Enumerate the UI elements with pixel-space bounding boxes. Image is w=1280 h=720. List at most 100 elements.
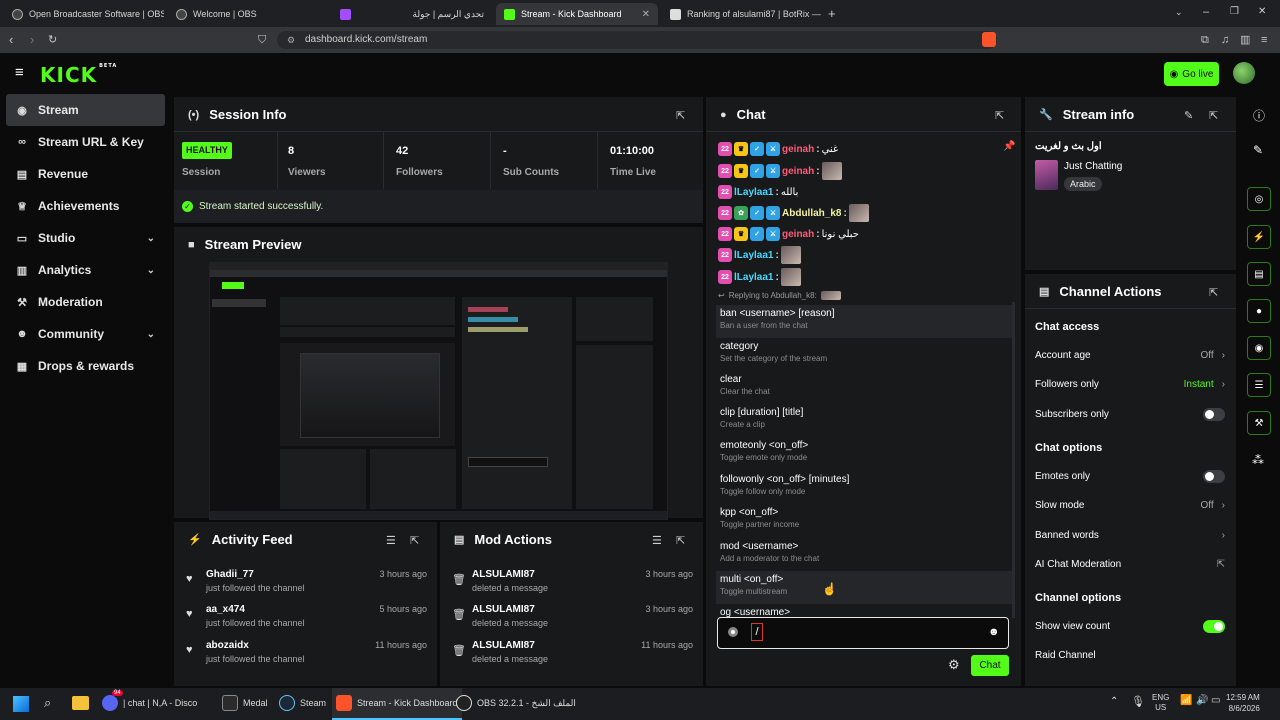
tab-botrix[interactable]: Ranking of alsulami87 | BotRix — Clo <box>662 3 822 25</box>
chat-username[interactable]: lLaylaa1 <box>734 250 773 261</box>
close-window-icon[interactable]: ✕ <box>1258 6 1266 17</box>
popout-icon[interactable]: ⇱ <box>1209 286 1218 299</box>
command-item[interactable]: followonly <on_off> [minutes] Toggle foll… <box>716 471 1012 504</box>
taskbar-steam[interactable]: Steam <box>279 695 326 711</box>
popout-icon[interactable]: ⇱ <box>1209 109 1218 122</box>
scrollbar[interactable] <box>1012 302 1015 618</box>
language-indicator[interactable]: ENG US <box>1152 693 1169 713</box>
item-name[interactable]: Ghadii_77 <box>206 569 254 580</box>
kick-logo[interactable]: KICK BETA <box>40 63 117 87</box>
ai-moderation-row[interactable]: AI Chat Moderation ⇱ <box>1035 554 1225 574</box>
taskbar-medal[interactable]: Medal <box>222 695 268 711</box>
tab-obs[interactable]: Open Broadcaster Software | OBS <box>4 3 164 25</box>
camera-icon[interactable]: ◎ <box>1247 187 1271 211</box>
item-name[interactable]: ALSULAMI87 <box>472 604 535 615</box>
chat-username[interactable]: geinah <box>782 229 814 240</box>
maximize-icon[interactable]: ❐ <box>1230 6 1239 17</box>
site-info-icon[interactable]: ⚙ <box>287 31 295 49</box>
minimize-icon[interactable]: – <box>1203 6 1209 18</box>
search-icon[interactable]: ⌕ <box>44 695 51 711</box>
command-item[interactable]: kpp <on_off> Toggle partner income <box>716 504 1012 537</box>
sidebar-item-stream[interactable]: ◉ Stream <box>6 94 165 126</box>
tab-drawing[interactable]: تحدي الرسم | جولة <box>332 3 492 25</box>
sidebar-item-revenue[interactable]: ▤ Revenue <box>6 158 165 190</box>
command-item[interactable]: multi <on_off> Toggle multistream <box>716 571 1012 604</box>
popout-icon[interactable]: ⇱ <box>995 109 1004 122</box>
file-explorer-icon[interactable] <box>72 696 89 710</box>
taskbar-discord[interactable]: 94 | chat | N,A - Disco <box>102 690 197 711</box>
forward-icon[interactable]: › <box>30 32 34 48</box>
item-name[interactable]: ALSULAMI87 <box>472 569 535 580</box>
chat-username[interactable]: geinah <box>782 166 814 177</box>
info-icon[interactable]: ⓘ <box>1253 107 1265 124</box>
chat-username[interactable]: Abdullah_k8 <box>782 208 841 219</box>
extensions-icon[interactable]: ⧉ <box>1201 32 1209 48</box>
document-icon[interactable]: ▤ <box>1247 262 1271 286</box>
sidebar-item-achievements[interactable]: ♕ Achievements <box>6 190 165 222</box>
raid-channel-row[interactable]: Raid Channel <box>1035 645 1225 665</box>
pin-icon[interactable]: 📌 <box>1003 141 1015 152</box>
account-age-row[interactable]: Account age Off › <box>1035 345 1225 365</box>
windows-start-icon[interactable] <box>13 696 29 712</box>
command-item[interactable]: clip [duration] [title] Create a clip <box>716 404 1012 437</box>
chat-username[interactable]: geinah <box>782 144 814 155</box>
followers-only-row[interactable]: Followers only Instant › <box>1035 374 1225 394</box>
popout-icon[interactable]: ⇱ <box>676 534 685 547</box>
command-item[interactable]: ban <username> [reason] Ban a user from t… <box>716 305 1012 338</box>
stream-preview-video[interactable] <box>209 262 668 520</box>
filter-icon[interactable]: ☰ <box>386 534 396 547</box>
taskbar-brave[interactable]: Stream - Kick Dashboard <box>332 688 462 720</box>
chat-send-button[interactable]: Chat <box>971 655 1009 676</box>
address-input[interactable]: ⚙ dashboard.kick.com/stream <box>277 31 997 49</box>
show-view-count-toggle[interactable] <box>1203 619 1225 633</box>
battery-icon[interactable]: ▭ <box>1211 695 1220 706</box>
chevron-up-icon[interactable]: ⌃ <box>1110 696 1118 707</box>
emotes-only-toggle[interactable] <box>1203 469 1225 483</box>
filter-icon[interactable]: ☰ <box>652 534 662 547</box>
record-icon[interactable] <box>728 627 738 637</box>
chat-input[interactable]: / ☻ <box>717 617 1009 649</box>
command-item[interactable]: mod <username> Add a moderator to the cha… <box>716 538 1012 571</box>
command-item[interactable]: clear Clear the chat <box>716 371 1012 404</box>
menu-icon[interactable]: ≡ <box>1261 32 1267 48</box>
list-icon[interactable]: ☰ <box>1247 373 1271 397</box>
lightning-icon[interactable]: ⚡ <box>1247 225 1271 249</box>
command-item[interactable]: og <username> <box>716 604 1012 618</box>
bookmark-icon[interactable]: ⛉ <box>258 32 266 48</box>
sidebar-item-moderation[interactable]: ⚒ Moderation <box>6 286 165 318</box>
sidebar-item-stream-url-key[interactable]: ∞ Stream URL & Key <box>6 126 165 158</box>
sidebar-item-analytics[interactable]: ▥ Analytics ⌄ <box>6 254 165 286</box>
music-icon[interactable]: ♫ <box>1221 32 1229 48</box>
chat-username[interactable]: lLaylaa1 <box>734 187 773 198</box>
tab-kick-dashboard[interactable]: Stream - Kick Dashboard ✕ <box>496 3 658 25</box>
brave-shield-icon[interactable] <box>982 32 996 47</box>
nodes-icon[interactable]: ⁂ <box>1252 453 1264 467</box>
new-tab-icon[interactable]: + <box>828 6 836 21</box>
sidebar-icon[interactable]: ▥ <box>1240 32 1250 48</box>
item-name[interactable]: aa_x474 <box>206 604 245 615</box>
edit-icon[interactable]: ✎ <box>1184 109 1193 122</box>
tab-welcome[interactable]: Welcome | OBS <box>168 3 328 25</box>
chat-bubble-icon[interactable]: ● <box>1247 299 1271 323</box>
item-name[interactable]: ALSULAMI87 <box>472 640 535 651</box>
banned-words-row[interactable]: Banned words › <box>1035 525 1225 545</box>
close-icon[interactable]: ✕ <box>642 9 650 20</box>
chevron-down-icon[interactable]: ⌄ <box>1175 7 1183 18</box>
command-item[interactable]: emoteonly <on_off> Toggle emote only mode <box>716 437 1012 470</box>
popout-icon[interactable]: ⇱ <box>676 109 685 122</box>
broadcast-icon[interactable]: ◉ <box>1247 336 1271 360</box>
chat-username[interactable]: lLaylaa1 <box>734 272 773 283</box>
category-name[interactable]: Just Chatting <box>1064 161 1122 172</box>
subscribers-only-toggle[interactable] <box>1203 407 1225 421</box>
go-live-button[interactable]: ◉ Go live <box>1164 62 1219 86</box>
popout-icon[interactable]: ⇱ <box>410 534 419 547</box>
wifi-icon[interactable]: 📶 <box>1180 695 1192 706</box>
avatar[interactable] <box>1233 62 1255 84</box>
hamburger-icon[interactable]: ≡ <box>15 64 24 81</box>
emoji-icon[interactable]: ☻ <box>988 626 1000 638</box>
volume-icon[interactable]: 🔊 <box>1196 695 1208 706</box>
wrench-icon[interactable]: ⚒ <box>1247 411 1271 435</box>
gear-icon[interactable]: ⚙ <box>948 657 960 673</box>
slow-mode-row[interactable]: Slow mode Off › <box>1035 495 1225 515</box>
reload-icon[interactable]: ↻ <box>48 32 57 48</box>
